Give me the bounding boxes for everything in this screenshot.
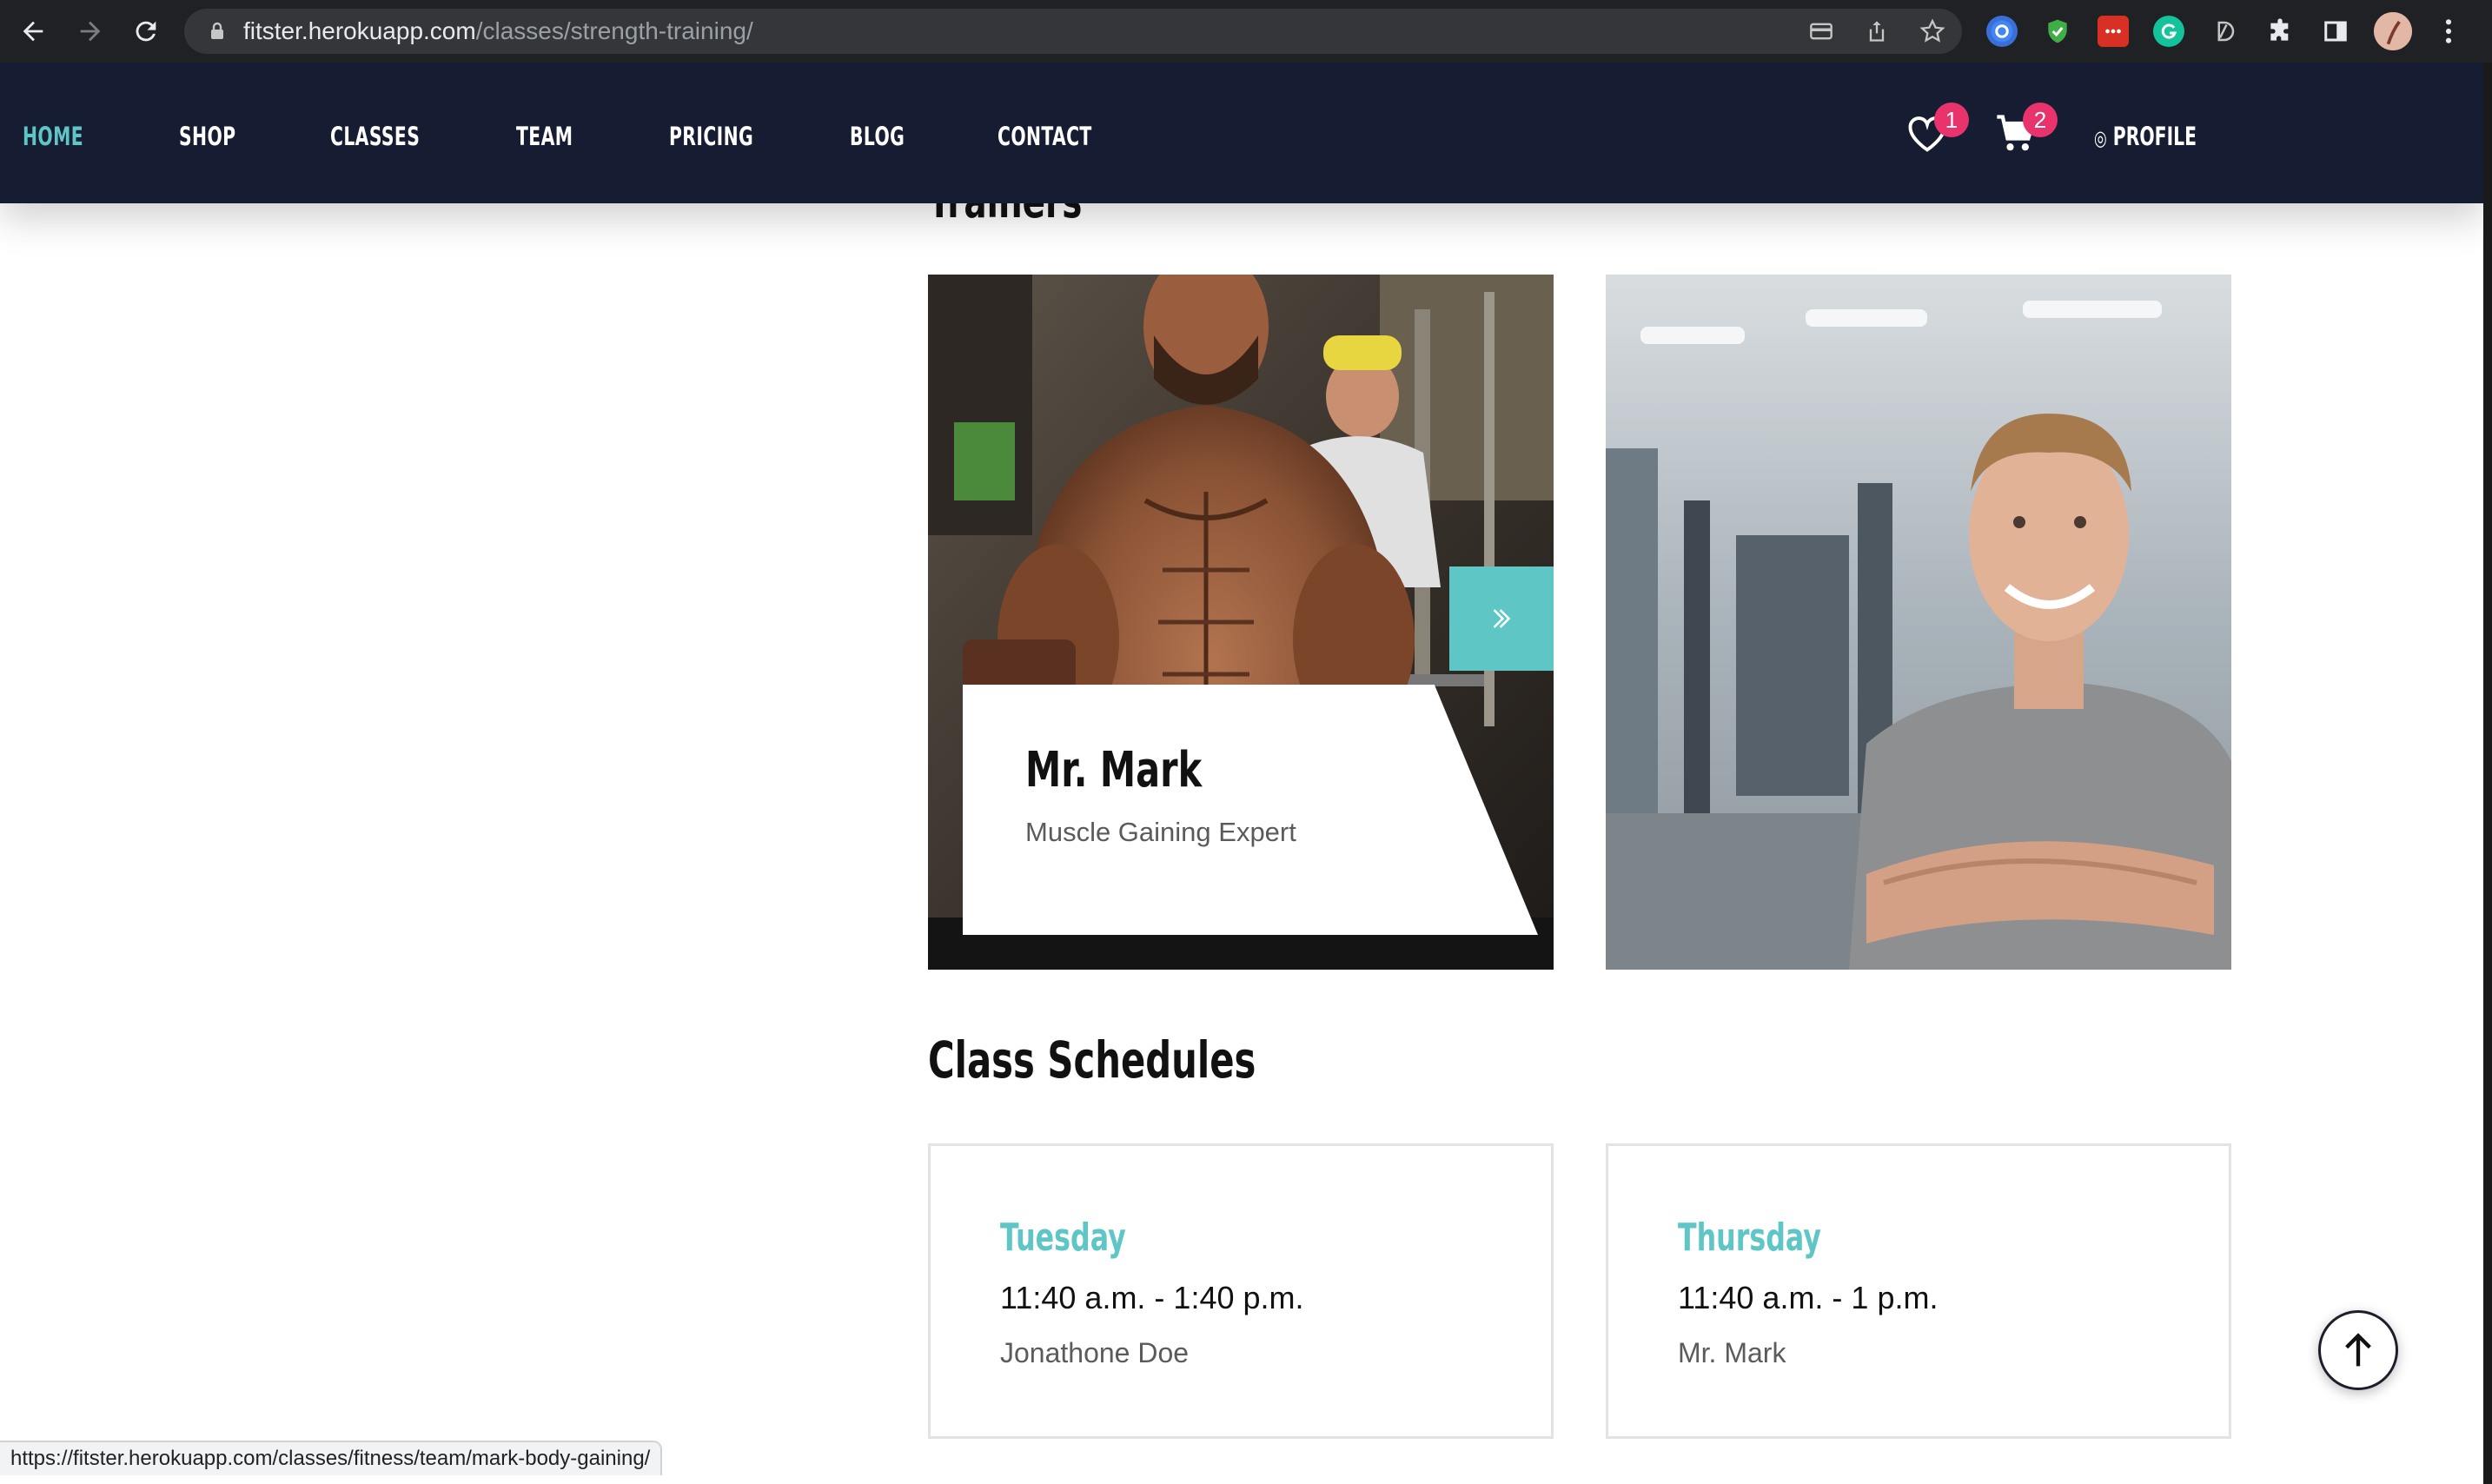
trainer-card-mark[interactable]: Mr. Mark Muscle Gaining Expert xyxy=(928,275,1554,970)
cart-button[interactable]: 2 xyxy=(1993,103,2058,158)
user-circle-icon: ◎ xyxy=(2094,126,2107,150)
wishlist-count-badge: 1 xyxy=(1934,103,1969,137)
extension-shield-icon[interactable] xyxy=(2042,16,2073,47)
lock-icon[interactable] xyxy=(207,21,228,42)
schedule-time: 11:40 a.m. - 1:40 p.m. xyxy=(1000,1280,1304,1315)
wishlist-button[interactable]: 1 xyxy=(1903,103,1969,158)
cart-count-badge: 2 xyxy=(2023,103,2058,137)
schedule-trainer[interactable]: Jonathone Doe xyxy=(1000,1337,1189,1369)
schedule-card-tuesday: Tuesday 11:40 a.m. - 1:40 p.m. Jonathone… xyxy=(928,1143,1554,1439)
site-header: HOME SHOP CLASSES TEAM PRICING BLOG CONT… xyxy=(0,63,2483,203)
extension-privacy-icon[interactable] xyxy=(1986,16,2018,47)
forward-icon[interactable] xyxy=(71,12,109,50)
back-to-top-button[interactable] xyxy=(2318,1310,2398,1390)
chevrons-right-icon xyxy=(1493,609,1511,628)
reload-icon[interactable] xyxy=(127,12,165,50)
back-icon[interactable] xyxy=(14,12,52,50)
trainer-card-2[interactable] xyxy=(1606,275,2231,970)
nav-team[interactable]: TEAM xyxy=(516,115,573,158)
share-icon[interactable] xyxy=(1863,17,1891,45)
schedule-trainer[interactable]: Mr. Mark xyxy=(1678,1337,1786,1369)
extension-d-icon[interactable] xyxy=(2209,16,2240,47)
link-status-bar: https://fitster.herokuapp.com/classes/fi… xyxy=(0,1441,663,1475)
profile-link[interactable]: ◎ PROFILE xyxy=(2094,115,2197,158)
grammarly-icon[interactable] xyxy=(2153,16,2184,47)
menu-dots-icon[interactable] xyxy=(2433,16,2464,47)
card-icon[interactable] xyxy=(1807,17,1835,45)
page-content: Trainers HOME SHOP CLASSES TEAM PRICING … xyxy=(0,63,2483,1484)
trainer-role: Muscle Gaining Expert xyxy=(1025,817,1296,847)
schedule-day: Thursday xyxy=(1678,1216,1821,1260)
nav-home[interactable]: HOME xyxy=(23,115,83,158)
nav-contact[interactable]: CONTACT xyxy=(997,115,1092,158)
extensions-puzzle-icon[interactable] xyxy=(2264,16,2296,47)
nav-pricing[interactable]: PRICING xyxy=(669,115,753,158)
url-text[interactable]: fitster.herokuapp.com/classes/strength-t… xyxy=(243,9,753,54)
arrow-up-icon xyxy=(2345,1333,2371,1367)
browser-toolbar: fitster.herokuapp.com/classes/strength-t… xyxy=(0,0,2492,63)
trainer-photo-smiling-man xyxy=(1606,275,2231,970)
schedule-card-thursday: Thursday 11:40 a.m. - 1 p.m. Mr. Mark xyxy=(1606,1143,2231,1439)
schedule-day: Tuesday xyxy=(1000,1216,1126,1260)
nav-blog[interactable]: BLOG xyxy=(850,115,905,158)
bookmark-star-icon[interactable] xyxy=(1919,17,1946,45)
trainer-name[interactable]: Mr. Mark xyxy=(1025,742,1202,798)
trainer-details-button[interactable] xyxy=(1449,566,1554,671)
window-edge xyxy=(2483,63,2492,1484)
class-schedules-title: Class Schedules xyxy=(928,1030,1256,1090)
nav-classes[interactable]: CLASSES xyxy=(330,115,420,158)
schedule-time: 11:40 a.m. - 1 p.m. xyxy=(1678,1280,1939,1315)
profile-label: PROFILE xyxy=(2112,122,2197,151)
avatar[interactable] xyxy=(2374,12,2412,50)
nav-shop[interactable]: SHOP xyxy=(179,115,235,158)
extension-dots-icon[interactable] xyxy=(2098,16,2129,47)
address-bar[interactable]: fitster.herokuapp.com/classes/strength-t… xyxy=(184,9,1962,54)
side-panel-icon[interactable] xyxy=(2320,16,2351,47)
